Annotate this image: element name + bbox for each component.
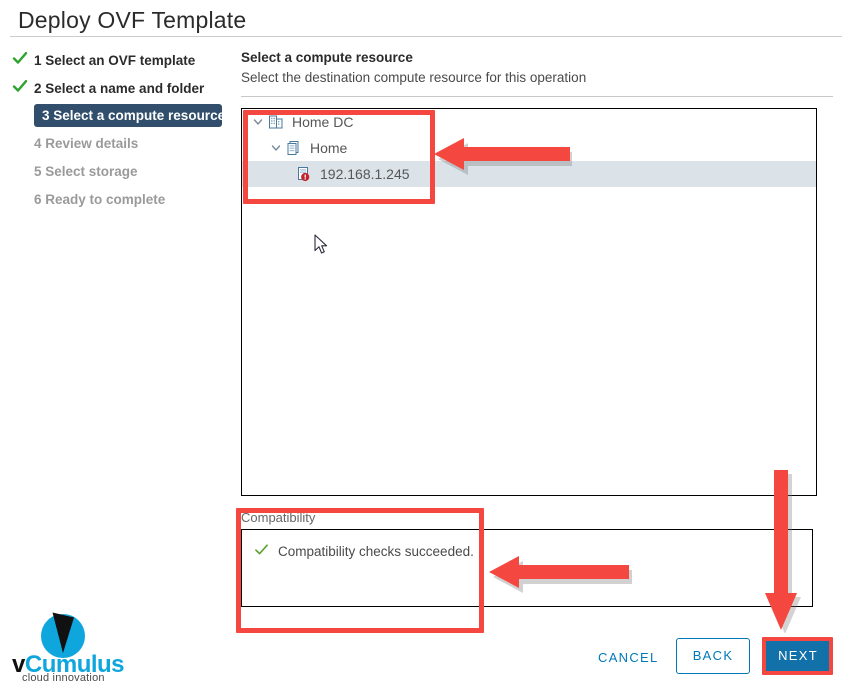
back-button[interactable]: BACK <box>676 638 750 674</box>
brand-tagline: cloud innovation <box>22 672 105 684</box>
sidebar-step-6-label: 6 Ready to complete <box>34 191 166 207</box>
green-check-icon <box>254 542 269 560</box>
tree-row[interactable]: Home DC <box>242 109 816 135</box>
title-divider <box>10 36 842 37</box>
section-title: Select a compute resource <box>241 50 413 65</box>
page-title: Deploy OVF Template <box>18 7 247 33</box>
sidebar-step-1-label: 1 Select an OVF template <box>34 52 196 68</box>
cluster-icon <box>285 139 303 157</box>
sidebar-step-3[interactable]: 3 Select a compute resource <box>34 104 226 127</box>
compute-resource-tree[interactable]: Home DC Home 192.168.1.245 <box>241 108 817 496</box>
sidebar-step-4-label: 4 Review details <box>34 135 139 151</box>
content-header: Select a compute resource Select the des… <box>241 50 833 97</box>
sidebar-step-5[interactable]: 5 Select storage <box>0 159 232 183</box>
check-icon <box>12 50 28 66</box>
tree-row[interactable]: Home <box>242 135 816 161</box>
check-icon <box>12 78 28 94</box>
tree-row-label: Home <box>310 140 348 156</box>
sidebar-step-5-label: 5 Select storage <box>34 163 138 179</box>
chevron-down-icon[interactable] <box>267 139 285 157</box>
section-subtitle: Select the destination compute resource … <box>241 70 587 85</box>
chevron-down-icon[interactable] <box>249 113 267 131</box>
section-divider <box>241 96 833 97</box>
compatibility-section: Compatibility Compatibility checks succe… <box>241 510 815 607</box>
tree-row-label: 192.168.1.245 <box>320 166 410 182</box>
datacenter-icon <box>267 113 285 131</box>
host-warning-icon <box>295 165 313 183</box>
compatibility-message: Compatibility checks succeeded. <box>278 543 474 559</box>
compatibility-legend: Compatibility <box>241 510 316 525</box>
tree-row[interactable]: 192.168.1.245 <box>242 161 816 187</box>
sidebar-step-6[interactable]: 6 Ready to complete <box>0 187 232 211</box>
compatibility-message-row: Compatibility checks succeeded. <box>254 542 474 560</box>
next-button[interactable]: NEXT <box>763 638 833 674</box>
sidebar-step-2-label: 2 Select a name and folder <box>34 80 205 96</box>
sidebar-step-1[interactable]: 1 Select an OVF template <box>0 48 232 72</box>
sidebar-step-3-label: 3 Select a compute resource <box>42 108 226 123</box>
wizard-steps-rail: 1 Select an OVF template 2 Select a name… <box>0 48 232 215</box>
sidebar-step-4[interactable]: 4 Review details <box>0 131 232 155</box>
cancel-button[interactable]: CANCEL <box>590 645 667 671</box>
compatibility-box: Compatibility checks succeeded. <box>241 529 813 607</box>
tree-row-label: Home DC <box>292 114 354 130</box>
sidebar-step-2[interactable]: 2 Select a name and folder <box>0 76 232 100</box>
